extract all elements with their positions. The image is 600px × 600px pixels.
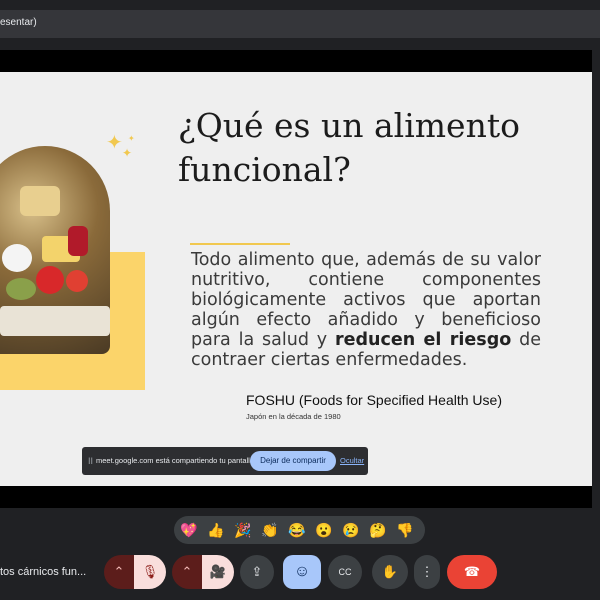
food-bread <box>20 186 60 216</box>
tab-bar: esentar) <box>0 10 600 38</box>
food-board <box>0 306 110 336</box>
camera-off-icon: 🎥 <box>209 564 227 579</box>
mic-off-icon: 🎙 <box>141 564 159 579</box>
mic-toggle-button[interactable]: 🎙 <box>134 555 166 589</box>
emoji-icon: ☺ <box>293 563 311 580</box>
reaction-surprised-icon[interactable]: 😮 <box>313 519 335 541</box>
more-vert-icon: ⋮ <box>420 564 434 579</box>
slide-body: Todo alimento que, además de su valor nu… <box>191 250 541 370</box>
reactions-bar: 💖 👍 🎉 👏 😂 😮 😢 🤔 👎 <box>174 516 425 544</box>
meeting-controls: tos cárnicos fun... ⌃ 🎙 ⌃ 🎥 ⇪ ☺ CC ✋ ⋮ ☎ <box>0 548 600 600</box>
slide-title: ¿Qué es un alimento funcional? <box>178 104 558 192</box>
reaction-thumbs-up-icon[interactable]: 👍 <box>205 519 227 541</box>
meeting-name: tos cárnicos fun... <box>0 566 87 578</box>
hide-link[interactable]: Ocultar <box>340 456 364 465</box>
food-heart-bowl <box>2 244 32 272</box>
food-photo <box>0 146 110 354</box>
captions-icon: CC <box>338 567 352 577</box>
foshu-title: FOSHU (Foods for Specified Health Use) <box>246 392 502 408</box>
more-options-button[interactable]: ⋮ <box>414 555 440 589</box>
screen-share-bar: II meet.google.com está compartiendo tu … <box>82 447 368 475</box>
chevron-up-icon: ⌃ <box>181 564 193 579</box>
presentation-stage: ¿Qué es un alimento funcional? ✦ ✦ ✦ Tod… <box>0 50 592 508</box>
sparkle-icon: ✦ <box>122 146 133 160</box>
reaction-thinking-icon[interactable]: 🤔 <box>367 519 389 541</box>
sparkle-icon: ✦ <box>128 134 135 143</box>
present-button[interactable]: ⇪ <box>240 555 274 589</box>
leave-call-button[interactable]: ☎ <box>447 555 497 589</box>
food-tomato <box>66 270 88 292</box>
share-message: meet.google.com está compartiendo tu pan… <box>96 456 257 465</box>
stop-sharing-button[interactable]: Dejar de compartir <box>250 451 336 471</box>
hangup-icon: ☎ <box>463 564 481 579</box>
reaction-laugh-icon[interactable]: 😂 <box>286 519 308 541</box>
browser-top-strip <box>0 0 600 10</box>
foshu-subtitle: Japón en la década de 1980 <box>246 412 341 421</box>
sparkle-icon: ✦ <box>106 132 123 154</box>
raise-hand-button[interactable]: ✋ <box>372 555 408 589</box>
slide-title-line2: funcional? <box>178 150 351 189</box>
chevron-up-icon: ⌃ <box>113 564 125 579</box>
present-screen-icon: ⇪ <box>251 564 263 579</box>
drag-handle[interactable]: II <box>88 456 93 466</box>
reaction-heart-icon[interactable]: 💖 <box>178 519 200 541</box>
slide-body-bold: reducen el riesgo <box>334 330 512 350</box>
hand-icon: ✋ <box>381 564 399 579</box>
reaction-clap-icon[interactable]: 👏 <box>259 519 281 541</box>
reactions-button[interactable]: ☺ <box>283 555 321 589</box>
reaction-thumbs-down-icon[interactable]: 👎 <box>394 519 416 541</box>
accent-line <box>190 243 290 245</box>
slide: ¿Qué es un alimento funcional? ✦ ✦ ✦ Tod… <box>0 72 592 486</box>
captions-button[interactable]: CC <box>328 555 362 589</box>
camera-options-button[interactable]: ⌃ <box>172 555 202 589</box>
slide-title-line1: ¿Qué es un alimento <box>178 106 520 145</box>
camera-toggle-button[interactable]: 🎥 <box>202 555 234 589</box>
food-berries <box>68 226 88 256</box>
food-tomato <box>36 266 64 294</box>
reaction-party-icon[interactable]: 🎉 <box>232 519 254 541</box>
mic-options-button[interactable]: ⌃ <box>104 555 134 589</box>
reaction-sad-icon[interactable]: 😢 <box>340 519 362 541</box>
tab-title[interactable]: esentar) <box>0 17 37 28</box>
food-grapes <box>6 278 36 300</box>
